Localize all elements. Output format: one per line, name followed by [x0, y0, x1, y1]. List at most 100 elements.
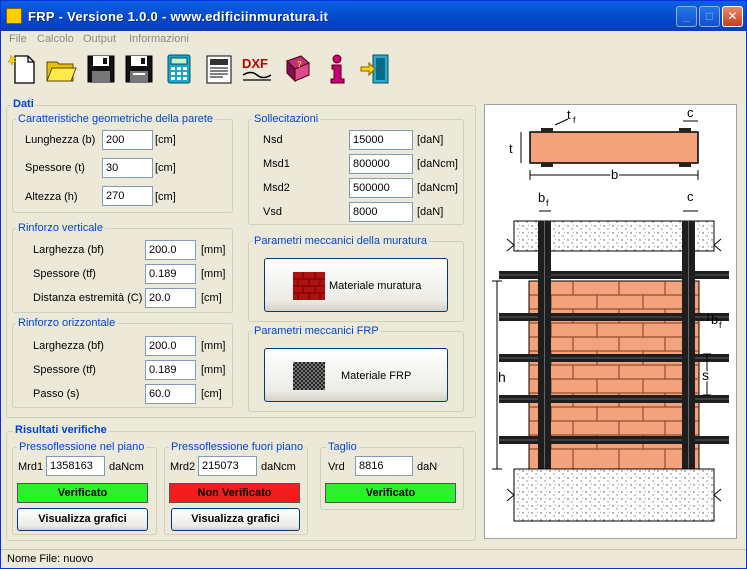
vrd-unit: daN: [417, 461, 438, 473]
materiale-frp-label: Materiale FRP: [341, 370, 412, 382]
save-icon[interactable]: [85, 53, 117, 85]
taglio-status: Verificato: [325, 483, 456, 503]
msd2-label: Msd2: [263, 182, 290, 194]
mrd2-unit: daNcm: [261, 461, 296, 473]
new-file-icon[interactable]: [7, 53, 39, 85]
exit-icon[interactable]: [359, 53, 391, 85]
rv-spessore-input[interactable]: [145, 264, 196, 284]
nsd-unit: [daN]: [417, 134, 444, 146]
rv-spessore-label: Spessore (tf): [33, 268, 96, 280]
ro-spessore-input[interactable]: [145, 360, 196, 380]
title-bar[interactable]: FRP - Versione 1.0.0 - www.edificiinmura…: [1, 1, 746, 31]
rv-spessore-unit: [mm]: [201, 268, 226, 280]
msd2-input[interactable]: [349, 178, 413, 198]
menu-calcolo[interactable]: Calcolo: [37, 33, 74, 45]
vrd-label: Vrd: [328, 461, 345, 473]
mrd1-label: Mrd1: [18, 461, 44, 473]
fuori-piano-title: Pressoflessione fuori piano: [169, 441, 306, 453]
minimize-button[interactable]: _: [676, 6, 697, 27]
app-window: FRP - Versione 1.0.0 - www.edificiinmura…: [0, 0, 747, 569]
msd1-unit: [daNcm]: [417, 158, 458, 170]
help-book-icon[interactable]: ?: [281, 53, 313, 85]
menu-informazioni[interactable]: Informazioni: [129, 33, 189, 45]
dxf-label: DXF: [242, 56, 268, 71]
rinforzo-verticale-title: Rinforzo verticale: [16, 222, 105, 234]
report-icon[interactable]: [203, 53, 235, 85]
nel-piano-title: Pressoflessione nel piano: [17, 441, 147, 453]
altezza-input[interactable]: [102, 186, 153, 206]
mrd1-output: [46, 456, 105, 476]
ro-larghezza-input[interactable]: [145, 336, 196, 356]
ro-spessore-label: Spessore (tf): [33, 364, 96, 376]
window-title: FRP - Versione 1.0.0 - www.edificiinmura…: [28, 9, 329, 24]
rv-distanza-input[interactable]: [145, 288, 196, 308]
bf-label: b: [538, 190, 545, 205]
vsd-unit: [daN]: [417, 206, 444, 218]
c-top-label: c: [687, 105, 694, 120]
nsd-input[interactable]: [349, 130, 413, 150]
bf-side-label: b: [711, 312, 718, 327]
altezza-unit: [cm]: [155, 191, 176, 203]
materiale-muratura-label: Materiale muratura: [329, 280, 422, 292]
nel-piano-status: Verificato: [17, 483, 148, 503]
vsd-input[interactable]: [349, 202, 413, 222]
info-icon[interactable]: [321, 53, 353, 85]
ro-spessore-unit: [mm]: [201, 364, 226, 376]
mrd1-unit: daNcm: [109, 461, 144, 473]
rv-larghezza-label: Larghezza (bf): [33, 244, 104, 256]
mrd2-output: [198, 456, 257, 476]
s-label: s: [702, 367, 709, 383]
materiale-muratura-button[interactable]: Materiale muratura: [264, 258, 448, 312]
menu-bar: File Calcolo Output Informazioni: [1, 31, 746, 49]
ro-larghezza-unit: [mm]: [201, 340, 226, 352]
lunghezza-label: Lunghezza (b): [25, 134, 96, 146]
geometria-title: Caratteristiche geometriche della parete: [16, 113, 216, 125]
lunghezza-unit: [cm]: [155, 134, 176, 146]
status-bar: Nome File: nuovo: [1, 549, 746, 568]
fuori-piano-grafici-button[interactable]: Visualizza grafici: [171, 508, 300, 531]
close-button[interactable]: ✕: [722, 6, 743, 27]
muratura-title: Parametri meccanici della muratura: [252, 235, 430, 247]
materiale-frp-button[interactable]: Materiale FRP: [264, 348, 448, 402]
c-label: c: [687, 189, 694, 204]
msd1-input[interactable]: [349, 154, 413, 174]
nsd-label: Nsd: [263, 134, 283, 146]
frp-fabric-icon: [293, 362, 325, 390]
vrd-output: [355, 456, 413, 476]
wall-diagram: t f c t b b f c h b f s: [492, 105, 729, 522]
rv-larghezza-input[interactable]: [145, 240, 196, 260]
menu-output[interactable]: Output: [83, 33, 116, 45]
spessore-label: Spessore (t): [25, 162, 85, 174]
calculator-icon[interactable]: [163, 53, 195, 85]
dati-title: Dati: [11, 98, 36, 110]
nel-piano-grafici-button[interactable]: Visualizza grafici: [17, 508, 148, 531]
spessore-input[interactable]: [102, 158, 153, 178]
risultati-title: Risultati verifiche: [13, 424, 109, 436]
wall-diagram-panel: t f c t b b f c h b f s: [484, 104, 737, 539]
spessore-unit: [cm]: [155, 162, 176, 174]
ro-larghezza-label: Larghezza (bf): [33, 340, 104, 352]
h-label: h: [498, 369, 506, 385]
vsd-label: Vsd: [263, 206, 282, 218]
rv-distanza-label: Distanza estremità (C): [33, 292, 143, 304]
frp-title: Parametri meccanici FRP: [252, 325, 381, 337]
msd1-label: Msd1: [263, 158, 290, 170]
open-folder-icon[interactable]: [45, 53, 77, 85]
save-as-icon[interactable]: [123, 53, 155, 85]
maximize-button[interactable]: □: [699, 6, 720, 27]
msd2-unit: [daNcm]: [417, 182, 458, 194]
b-label: b: [611, 167, 618, 182]
fuori-piano-status: Non Verificato: [169, 483, 300, 503]
file-name-status: Nome File: nuovo: [7, 553, 94, 565]
t-label: t: [509, 141, 513, 156]
menu-file[interactable]: File: [9, 33, 27, 45]
rinforzo-orizzontale-title: Rinforzo orizzontale: [16, 317, 118, 329]
dxf-export-icon[interactable]: DXF: [241, 53, 273, 85]
mrd2-label: Mrd2: [170, 461, 196, 473]
sollecitazioni-title: Sollecitazioni: [252, 113, 321, 125]
ro-passo-unit: [cm]: [201, 388, 222, 400]
lunghezza-input[interactable]: [102, 130, 153, 150]
bf-sub-label: f: [546, 198, 549, 208]
svg-text:?: ?: [297, 60, 302, 69]
ro-passo-input[interactable]: [145, 384, 196, 404]
